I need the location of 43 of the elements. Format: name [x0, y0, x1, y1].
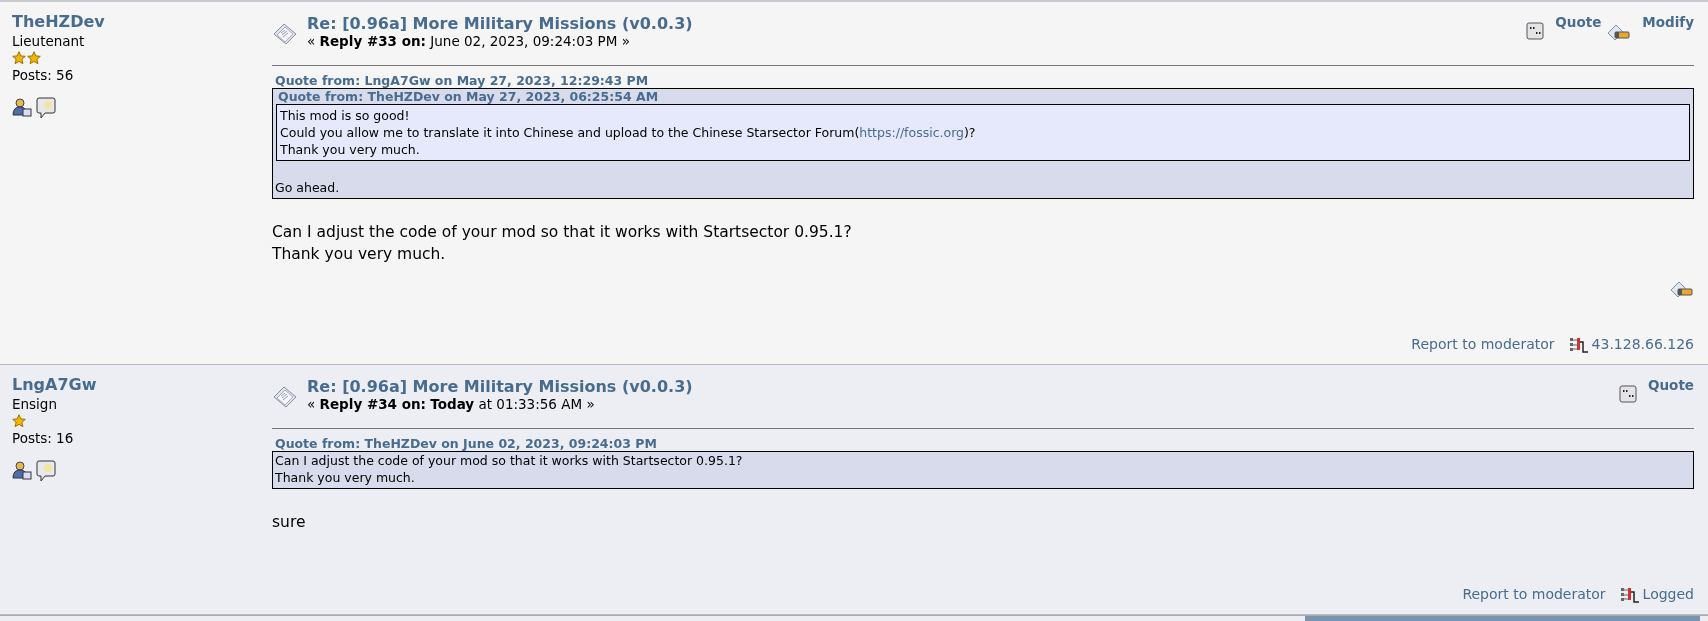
profile-icon[interactable] — [12, 460, 32, 480]
quote-text: Could you allow me to translate it into Chinese and upload to the Chinese Starsector Forum(https://fossic.org)? — [280, 124, 977, 141]
link[interactable]: https://fossic.org — [859, 125, 964, 140]
ip-address[interactable]: 43.128.66.126 — [1591, 336, 1694, 352]
network-icon — [1568, 336, 1589, 354]
username[interactable]: TheHZDev — [12, 12, 272, 31]
ip-address[interactable]: Logged — [1642, 586, 1694, 602]
document-icon — [272, 385, 298, 409]
reply-info: « Reply #34 on: Today at 01:33:56 AM » — [307, 396, 596, 412]
post-text: Thank you very much. — [272, 244, 447, 265]
star-icon — [27, 51, 41, 65]
post-text: sure — [272, 512, 307, 533]
quote-header[interactable]: Quote from: TheHZDev on June 02, 2023, 09:24:03 PM — [272, 436, 1694, 451]
report-link[interactable]: Report to moderator — [1462, 586, 1606, 602]
quote-icon — [1526, 22, 1545, 40]
profile-icon[interactable] — [12, 97, 32, 117]
post-count: Posts: 56 — [12, 67, 75, 83]
network-icon — [1619, 586, 1640, 604]
document-icon — [272, 22, 298, 46]
member-rank: Lieutenant — [12, 33, 86, 49]
post-count: Posts: 16 — [12, 430, 75, 446]
quote-header[interactable]: Quote from: TheHZDev on May 27, 2023, 06:25:54 AM — [275, 89, 1692, 104]
speech-bubble-icon[interactable] — [36, 460, 56, 482]
modify-link[interactable]: Modify — [1642, 14, 1694, 30]
quote-link[interactable]: Quote — [1555, 14, 1602, 30]
quote-text: This mod is so good! — [280, 107, 411, 124]
quote-icon — [1619, 385, 1637, 403]
member-rank: Ensign — [12, 396, 58, 412]
quote-header[interactable]: Quote from: LngA7Gw on May 27, 2023, 12:29:43 PM — [272, 73, 1694, 88]
post-title[interactable]: Re: [0.96a] More Military Missions (v0.0.3) — [307, 377, 693, 396]
quote-text: Go ahead. — [275, 179, 341, 196]
star-icon — [12, 414, 26, 428]
quote-text: Thank you very much. — [280, 141, 421, 158]
star-icon — [12, 51, 26, 65]
quote-link[interactable]: Quote — [1648, 377, 1694, 393]
quote-text: Can I adjust the code of your mod so that it works with Startsector 0.95.1? — [275, 452, 744, 469]
quote-text: Thank you very much. — [275, 469, 416, 486]
reply-info: « Reply #33 on: June 02, 2023, 09:24:03 PM » — [307, 33, 631, 49]
report-link[interactable]: Report to moderator — [1411, 336, 1555, 352]
post-title[interactable]: Re: [0.96a] More Military Missions (v0.0.3) — [307, 14, 693, 33]
username[interactable]: LngA7Gw — [12, 375, 272, 394]
post-text: Can I adjust the code of your mod so that it works with Startsector 0.95.1? — [272, 222, 853, 243]
speech-bubble-icon[interactable] — [36, 97, 56, 119]
